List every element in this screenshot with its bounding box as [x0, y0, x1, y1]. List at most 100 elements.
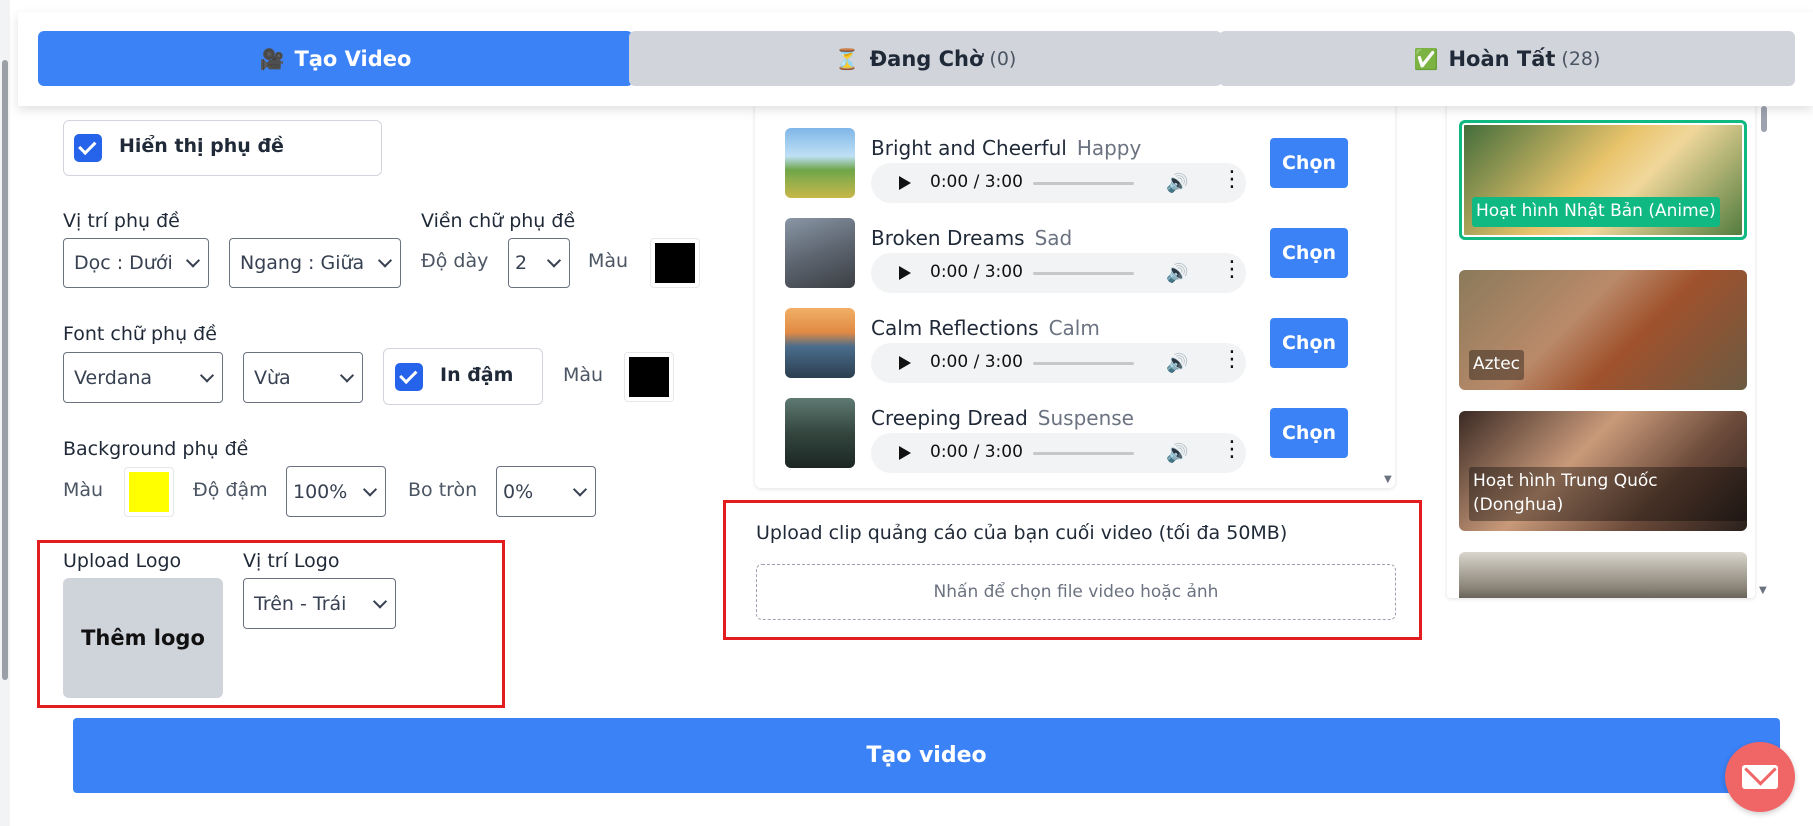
- list-item: Calm Reflections Calm 0:00 / 3:00 🔊 ⋮ Chọ…: [755, 308, 1395, 398]
- more-options-icon[interactable]: ⋮: [1221, 259, 1243, 281]
- progress-bar[interactable]: [1033, 272, 1134, 275]
- style-list-scroll-thumb[interactable]: [1761, 106, 1767, 132]
- choose-track-button[interactable]: Chọn: [1270, 228, 1348, 278]
- select-value: 0%: [503, 480, 534, 503]
- font-color-picker[interactable]: [624, 352, 674, 402]
- font-size-select[interactable]: Vừa: [243, 352, 363, 403]
- bg-opacity-select[interactable]: 100%: [286, 466, 386, 517]
- style-label: Aztec: [1469, 350, 1525, 380]
- volume-icon[interactable]: 🔊: [1166, 353, 1188, 374]
- checkbox-checked-icon[interactable]: [395, 363, 423, 391]
- envelope-icon: [1742, 765, 1778, 789]
- list-item: Creeping Dread Suspense 0:00 / 3:00 🔊 ⋮ C…: [755, 398, 1395, 488]
- play-icon[interactable]: [899, 446, 911, 460]
- choose-track-button[interactable]: Chọn: [1270, 138, 1348, 188]
- upload-logo-label: Upload Logo: [63, 550, 182, 572]
- style-card-anime[interactable]: Hoạt hình Nhật Bản (Anime): [1459, 120, 1747, 240]
- more-options-icon[interactable]: ⋮: [1221, 349, 1243, 371]
- color-swatch: [629, 357, 669, 397]
- style-list[interactable]: Hoạt hình Nhật Bản (Anime) Aztec Hoạt hì…: [1447, 98, 1755, 598]
- tab-create-video[interactable]: 🎥 Tạo Video: [38, 31, 633, 86]
- bg-color-picker[interactable]: [124, 467, 174, 517]
- scroll-down-arrow-icon[interactable]: ▼: [1759, 585, 1767, 596]
- show-subtitle-toggle[interactable]: Hiển thị phụ đề: [63, 120, 382, 176]
- subtitle-background-label: Background phụ đề: [63, 438, 249, 460]
- choose-track-button[interactable]: Chọn: [1270, 318, 1348, 368]
- audio-player[interactable]: 0:00 / 3:00 🔊 ⋮: [871, 343, 1246, 383]
- checkbox-checked-icon[interactable]: [74, 134, 102, 162]
- track-mood: Happy: [1076, 136, 1142, 160]
- track-mood: Calm: [1048, 316, 1100, 340]
- more-options-icon[interactable]: ⋮: [1221, 439, 1243, 461]
- chevron-down-icon: [199, 367, 215, 383]
- tab-waiting[interactable]: ⏳ Đang Chờ (0): [629, 31, 1222, 86]
- scroll-down-arrow-icon[interactable]: ▼: [1384, 474, 1392, 485]
- track-title: Bright and Cheerful: [871, 136, 1067, 160]
- font-family-select[interactable]: Verdana: [63, 352, 223, 403]
- subtitle-font-label: Font chữ phụ đề: [63, 323, 217, 345]
- add-logo-button[interactable]: Thêm logo: [63, 578, 223, 698]
- play-icon[interactable]: [899, 356, 911, 370]
- volume-icon[interactable]: 🔊: [1166, 443, 1188, 464]
- select-value: Vừa: [254, 366, 291, 389]
- select-value: Ngang : Giữa: [240, 252, 365, 274]
- bg-radius-label: Bo tròn: [408, 479, 478, 501]
- chevron-down-icon: [546, 253, 562, 268]
- track-time: 0:00 / 3:00: [930, 352, 1023, 372]
- progress-bar[interactable]: [1033, 452, 1134, 455]
- ad-clip-label: Upload clip quảng cáo của bạn cuối video…: [756, 522, 1288, 544]
- track-title: Creeping Dread: [871, 406, 1028, 430]
- style-card-aztec[interactable]: Aztec: [1459, 270, 1747, 390]
- bold-toggle[interactable]: In đậm: [383, 348, 543, 405]
- outline-color-label: Màu: [588, 250, 629, 272]
- choose-track-button[interactable]: Chọn: [1270, 408, 1348, 458]
- style-list-scrollbar[interactable]: [1760, 100, 1768, 596]
- audio-player[interactable]: 0:00 / 3:00 🔊 ⋮: [871, 253, 1246, 293]
- progress-bar[interactable]: [1033, 182, 1134, 185]
- subtitle-horizontal-select[interactable]: Ngang : Giữa: [229, 238, 401, 288]
- tab-completed[interactable]: ✅ Hoàn Tất (28): [1219, 31, 1795, 86]
- ad-clip-dropzone[interactable]: Nhấn để chọn file video hoặc ảnh: [756, 564, 1396, 620]
- logo-position-select[interactable]: Trên - Trái: [243, 578, 396, 629]
- audio-player[interactable]: 0:00 / 3:00 🔊 ⋮: [871, 433, 1246, 473]
- more-options-icon[interactable]: ⋮: [1221, 169, 1243, 191]
- chevron-down-icon: [572, 481, 588, 497]
- style-card-donghua[interactable]: Hoạt hình Trung Quốc (Donghua): [1459, 411, 1747, 531]
- track-thumbnail: [785, 308, 855, 378]
- chevron-down-icon: [372, 593, 388, 609]
- track-mood: Sad: [1034, 226, 1073, 250]
- volume-icon[interactable]: 🔊: [1166, 173, 1188, 194]
- chevron-down-icon: [377, 253, 393, 268]
- progress-bar[interactable]: [1033, 362, 1134, 365]
- style-card-partial[interactable]: [1459, 552, 1747, 598]
- track-title: Broken Dreams: [871, 226, 1025, 250]
- check-mark-icon: ✅: [1413, 46, 1439, 71]
- color-swatch: [129, 472, 169, 512]
- outline-color-picker[interactable]: [650, 238, 700, 288]
- track-thumbnail: [785, 128, 855, 198]
- track-time: 0:00 / 3:00: [930, 442, 1023, 462]
- track-mood: Suspense: [1037, 406, 1134, 430]
- bold-label: In đậm: [440, 364, 514, 386]
- list-item: Bright and Cheerful Happy 0:00 / 3:00 🔊 ⋮…: [755, 128, 1395, 218]
- contact-mail-button[interactable]: [1725, 742, 1795, 812]
- audio-player[interactable]: 0:00 / 3:00 🔊 ⋮: [871, 163, 1246, 203]
- track-time: 0:00 / 3:00: [930, 172, 1023, 192]
- page-scrollbar-thumb[interactable]: [2, 60, 8, 680]
- bg-radius-select[interactable]: 0%: [496, 466, 596, 517]
- tab-count: (28): [1561, 47, 1601, 70]
- select-value: Trên - Trái: [254, 592, 347, 615]
- create-video-button[interactable]: Tạo video: [73, 718, 1780, 793]
- logo-position-label: Vị trí Logo: [243, 550, 340, 572]
- chevron-down-icon: [339, 367, 355, 383]
- outline-thickness-select[interactable]: 2: [508, 238, 570, 288]
- style-label: Hoạt hình Nhật Bản (Anime): [1472, 197, 1720, 227]
- tab-label: Đang Chờ: [869, 46, 984, 71]
- play-icon[interactable]: [899, 176, 911, 190]
- subtitle-vertical-select[interactable]: Dọc : Dưới: [63, 238, 209, 288]
- bg-color-label: Màu: [63, 479, 104, 501]
- music-list[interactable]: Bright and Cheerful Happy 0:00 / 3:00 🔊 ⋮…: [755, 98, 1395, 488]
- volume-icon[interactable]: 🔊: [1166, 263, 1188, 284]
- show-subtitle-label: Hiển thị phụ đề: [119, 135, 284, 157]
- play-icon[interactable]: [899, 266, 911, 280]
